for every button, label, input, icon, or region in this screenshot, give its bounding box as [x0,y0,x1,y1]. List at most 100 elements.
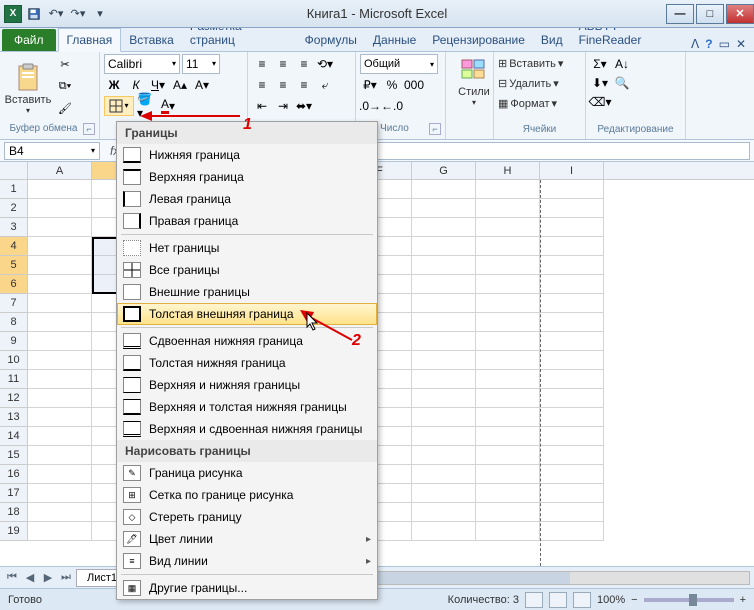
cell[interactable] [540,446,604,465]
sheet-nav-first-icon[interactable]: ⏮ [4,571,20,584]
cell[interactable] [476,332,540,351]
dd-draw-border[interactable]: ✎Граница рисунка [117,462,377,484]
col-A[interactable]: A [28,162,92,179]
orientation-icon[interactable]: ⟲▾ [315,54,335,74]
cell[interactable] [540,180,604,199]
cell[interactable] [476,446,540,465]
cell[interactable] [412,522,476,541]
row-head-15[interactable]: 15 [0,446,28,465]
excel-icon[interactable]: X [4,5,22,23]
cell[interactable] [412,351,476,370]
align-right-icon[interactable]: ≡ [294,75,314,95]
undo-icon[interactable]: ↶▾ [46,4,66,24]
cell[interactable] [476,351,540,370]
format-painter-icon[interactable]: 🖌 [54,98,76,118]
dd-right-border[interactable]: Правая граница [117,210,377,232]
cell[interactable] [476,275,540,294]
clipboard-dlg-icon[interactable]: ⌐ [83,123,95,135]
cell[interactable] [540,408,604,427]
accounting-icon[interactable]: ₽▾ [360,75,380,95]
dd-more-borders[interactable]: ▦Другие границы... [117,577,377,599]
row-head-2[interactable]: 2 [0,199,28,218]
window-close-small-icon[interactable]: ✕ [736,37,746,51]
bold-button[interactable]: Ж [104,75,124,95]
wrap-text-icon[interactable]: ⤶ [315,75,335,95]
tab-formulas[interactable]: Формулы [297,29,365,51]
cell[interactable] [28,522,92,541]
cell[interactable] [540,370,604,389]
cell[interactable] [28,313,92,332]
cell[interactable] [28,427,92,446]
row-head-7[interactable]: 7 [0,294,28,313]
styles-button[interactable]: Стили▾ [450,54,498,107]
page-layout-view-icon[interactable] [549,592,567,608]
cell[interactable] [28,237,92,256]
insert-cells-button[interactable]: ⊞Вставить▾ [498,54,581,73]
autosum-icon[interactable]: Σ▾ [590,54,610,74]
cell[interactable] [412,275,476,294]
tab-home[interactable]: Главная [58,28,122,52]
cell[interactable] [476,237,540,256]
cell[interactable] [412,427,476,446]
col-I[interactable]: I [540,162,604,179]
cell[interactable] [540,218,604,237]
maximize-button[interactable]: □ [696,4,724,24]
align-center-icon[interactable]: ≡ [273,75,293,95]
cell[interactable] [540,522,604,541]
cell[interactable] [412,218,476,237]
dd-no-border[interactable]: Нет границы [117,237,377,259]
sheet-nav-next-icon[interactable]: ▶ [40,571,56,584]
cell[interactable] [476,484,540,503]
cell[interactable] [476,427,540,446]
dd-all-borders[interactable]: Все границы [117,259,377,281]
row-head-17[interactable]: 17 [0,484,28,503]
copy-icon[interactable]: ⧉▾ [54,76,76,96]
tab-review[interactable]: Рецензирование [424,29,533,51]
dd-erase-border[interactable]: ◇Стереть границу [117,506,377,528]
cell[interactable] [476,199,540,218]
number-format-combo[interactable]: Общий▾ [360,54,438,74]
cell[interactable] [540,503,604,522]
zoom-out-icon[interactable]: − [631,594,637,606]
dd-top-thick-bottom[interactable]: Верхняя и толстая нижняя границы [117,396,377,418]
cell[interactable] [412,332,476,351]
tab-view[interactable]: Вид [533,29,571,51]
cell[interactable] [540,465,604,484]
close-button[interactable]: ✕ [726,4,754,24]
cell[interactable] [540,389,604,408]
col-G[interactable]: G [412,162,476,179]
select-all-corner[interactable] [0,162,28,179]
sheet-nav-prev-icon[interactable]: ◀ [22,571,38,584]
redo-icon[interactable]: ↷▾ [68,4,88,24]
format-cells-button[interactable]: ▦Формат▾ [498,94,581,113]
zoom-slider[interactable] [644,598,734,602]
dd-thick-bottom[interactable]: Толстая нижняя граница [117,352,377,374]
align-bottom-icon[interactable]: ≡ [294,54,314,74]
row-head-9[interactable]: 9 [0,332,28,351]
cell[interactable] [412,408,476,427]
cell[interactable] [28,484,92,503]
save-icon[interactable] [24,4,44,24]
cell[interactable] [412,237,476,256]
find-icon[interactable]: 🔍 [612,73,632,93]
cell[interactable] [540,427,604,446]
cell[interactable] [476,218,540,237]
dd-draw-grid[interactable]: ⊞Сетка по границе рисунка [117,484,377,506]
cell[interactable] [540,256,604,275]
paste-button[interactable]: Вставить▾ [4,54,52,123]
row-head-4[interactable]: 4 [0,237,28,256]
row-head-8[interactable]: 8 [0,313,28,332]
row-head-3[interactable]: 3 [0,218,28,237]
window-restore-icon[interactable]: ▭ [719,37,730,51]
row-head-13[interactable]: 13 [0,408,28,427]
row-head-6[interactable]: 6 [0,275,28,294]
page-break-view-icon[interactable] [573,592,591,608]
row-head-5[interactable]: 5 [0,256,28,275]
cell[interactable] [28,275,92,294]
cell[interactable] [28,199,92,218]
cell[interactable] [476,313,540,332]
align-left-icon[interactable]: ≡ [252,75,272,95]
cell[interactable] [412,256,476,275]
row-head-11[interactable]: 11 [0,370,28,389]
percent-icon[interactable]: % [382,75,402,95]
